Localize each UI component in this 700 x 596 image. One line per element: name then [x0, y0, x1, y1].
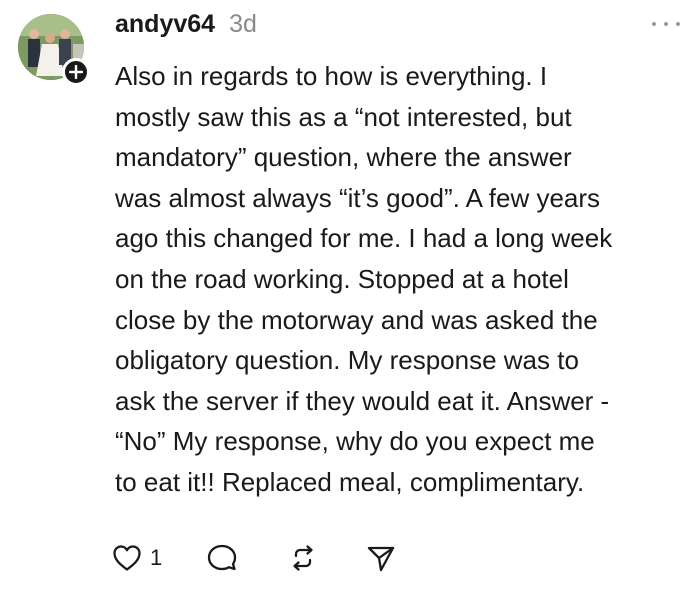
more-options-button[interactable] — [652, 16, 680, 32]
plus-icon — [69, 65, 83, 79]
comment-bubble-icon — [206, 543, 238, 573]
action-bar: 1 — [112, 536, 396, 580]
more-horizontal-icon — [652, 22, 656, 26]
like-count: 1 — [150, 545, 163, 570]
timestamp[interactable]: 3d — [229, 10, 257, 39]
send-icon — [366, 543, 396, 573]
comment-text: Also in regards to how is everything. I … — [115, 61, 613, 497]
follow-badge[interactable] — [62, 58, 90, 86]
avatar-container[interactable] — [18, 14, 90, 86]
repost-icon — [288, 543, 318, 573]
like-button[interactable]: 1 — [112, 544, 162, 572]
comment-header: andyv64 3d — [115, 10, 257, 39]
share-button[interactable] — [366, 543, 396, 573]
username[interactable]: andyv64 — [115, 10, 215, 39]
reply-button[interactable] — [206, 543, 238, 573]
repost-button[interactable] — [288, 543, 318, 573]
heart-icon — [112, 544, 142, 572]
